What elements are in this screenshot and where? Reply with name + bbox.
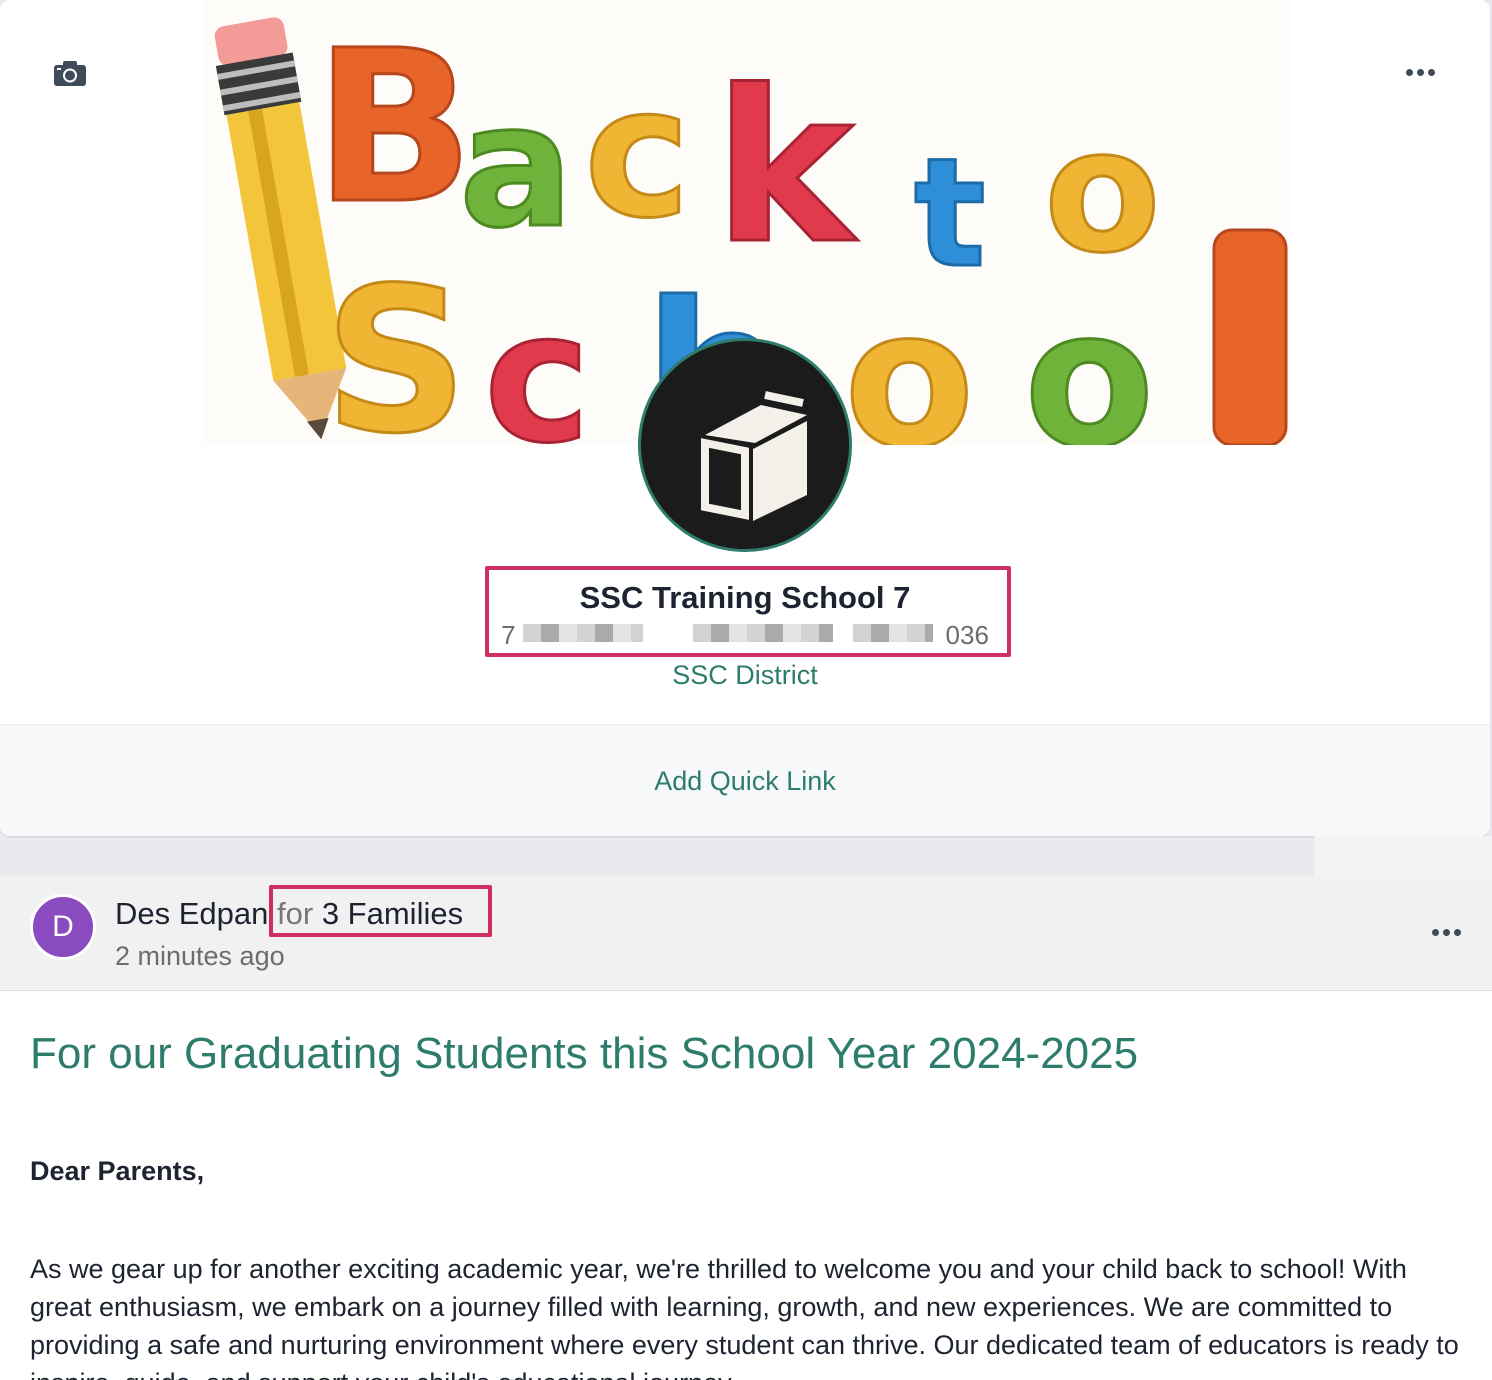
svg-text:B: B: [314, 5, 474, 250]
author-name[interactable]: Des Edpan: [115, 896, 268, 931]
svg-text:c: c: [484, 274, 591, 445]
redaction-mask: [523, 624, 644, 642]
divider: [1314, 836, 1492, 876]
book-icon: [695, 391, 815, 525]
more-dot: [1442, 928, 1450, 936]
redaction-mask: [853, 624, 934, 642]
more-dot: [1427, 68, 1435, 76]
audience-link[interactable]: 3 Families: [322, 896, 463, 931]
post-more-options-button[interactable]: [1426, 922, 1466, 942]
school-info: SSC Training School 7 7 036 SSC District: [0, 578, 1490, 692]
svg-text:a: a: [459, 68, 574, 266]
school-name: SSC Training School 7: [579, 580, 911, 615]
post-title[interactable]: For our Graduating Students this School …: [30, 1026, 1138, 1082]
school-address: 7 036: [493, 618, 997, 652]
add-quick-link-button[interactable]: Add Quick Link: [654, 766, 836, 797]
camera-icon: [54, 61, 86, 86]
svg-text:o: o: [1044, 93, 1161, 291]
svg-text:o: o: [844, 269, 975, 445]
post-header: D Des Edpan for 3 Families 2 minutes ago: [0, 876, 1492, 991]
post-body: As we gear up for another exciting acade…: [30, 1254, 1459, 1380]
post-salutation: Dear Parents,: [30, 1156, 205, 1186]
author-line: Des Edpan for 3 Families: [115, 894, 463, 934]
school-profile-card: B a c k t o S c h o o: [0, 0, 1490, 836]
svg-text:c: c: [584, 49, 691, 258]
school-logo: [638, 338, 852, 552]
address-start: 7: [501, 620, 516, 650]
for-label: for: [277, 896, 314, 931]
change-cover-photo-button[interactable]: [50, 56, 90, 90]
more-horizontal-icon: [1405, 68, 1413, 76]
redaction-mask: [693, 624, 834, 642]
profile-more-options-button[interactable]: [1400, 62, 1440, 82]
svg-text:o: o: [1024, 269, 1155, 445]
svg-text:k: k: [714, 45, 858, 290]
school-district-link[interactable]: SSC District: [0, 658, 1490, 692]
svg-text:S: S: [324, 245, 468, 445]
quick-links-bar: Add Quick Link: [0, 724, 1490, 836]
more-dot: [1416, 68, 1424, 76]
post-card: D Des Edpan for 3 Families 2 minutes ago…: [0, 876, 1492, 1380]
author-avatar[interactable]: D: [30, 894, 96, 960]
more-horizontal-icon: [1431, 928, 1439, 936]
address-end: 036: [945, 620, 989, 650]
more-dot: [1453, 928, 1461, 936]
post-timestamp: 2 minutes ago: [115, 941, 285, 971]
